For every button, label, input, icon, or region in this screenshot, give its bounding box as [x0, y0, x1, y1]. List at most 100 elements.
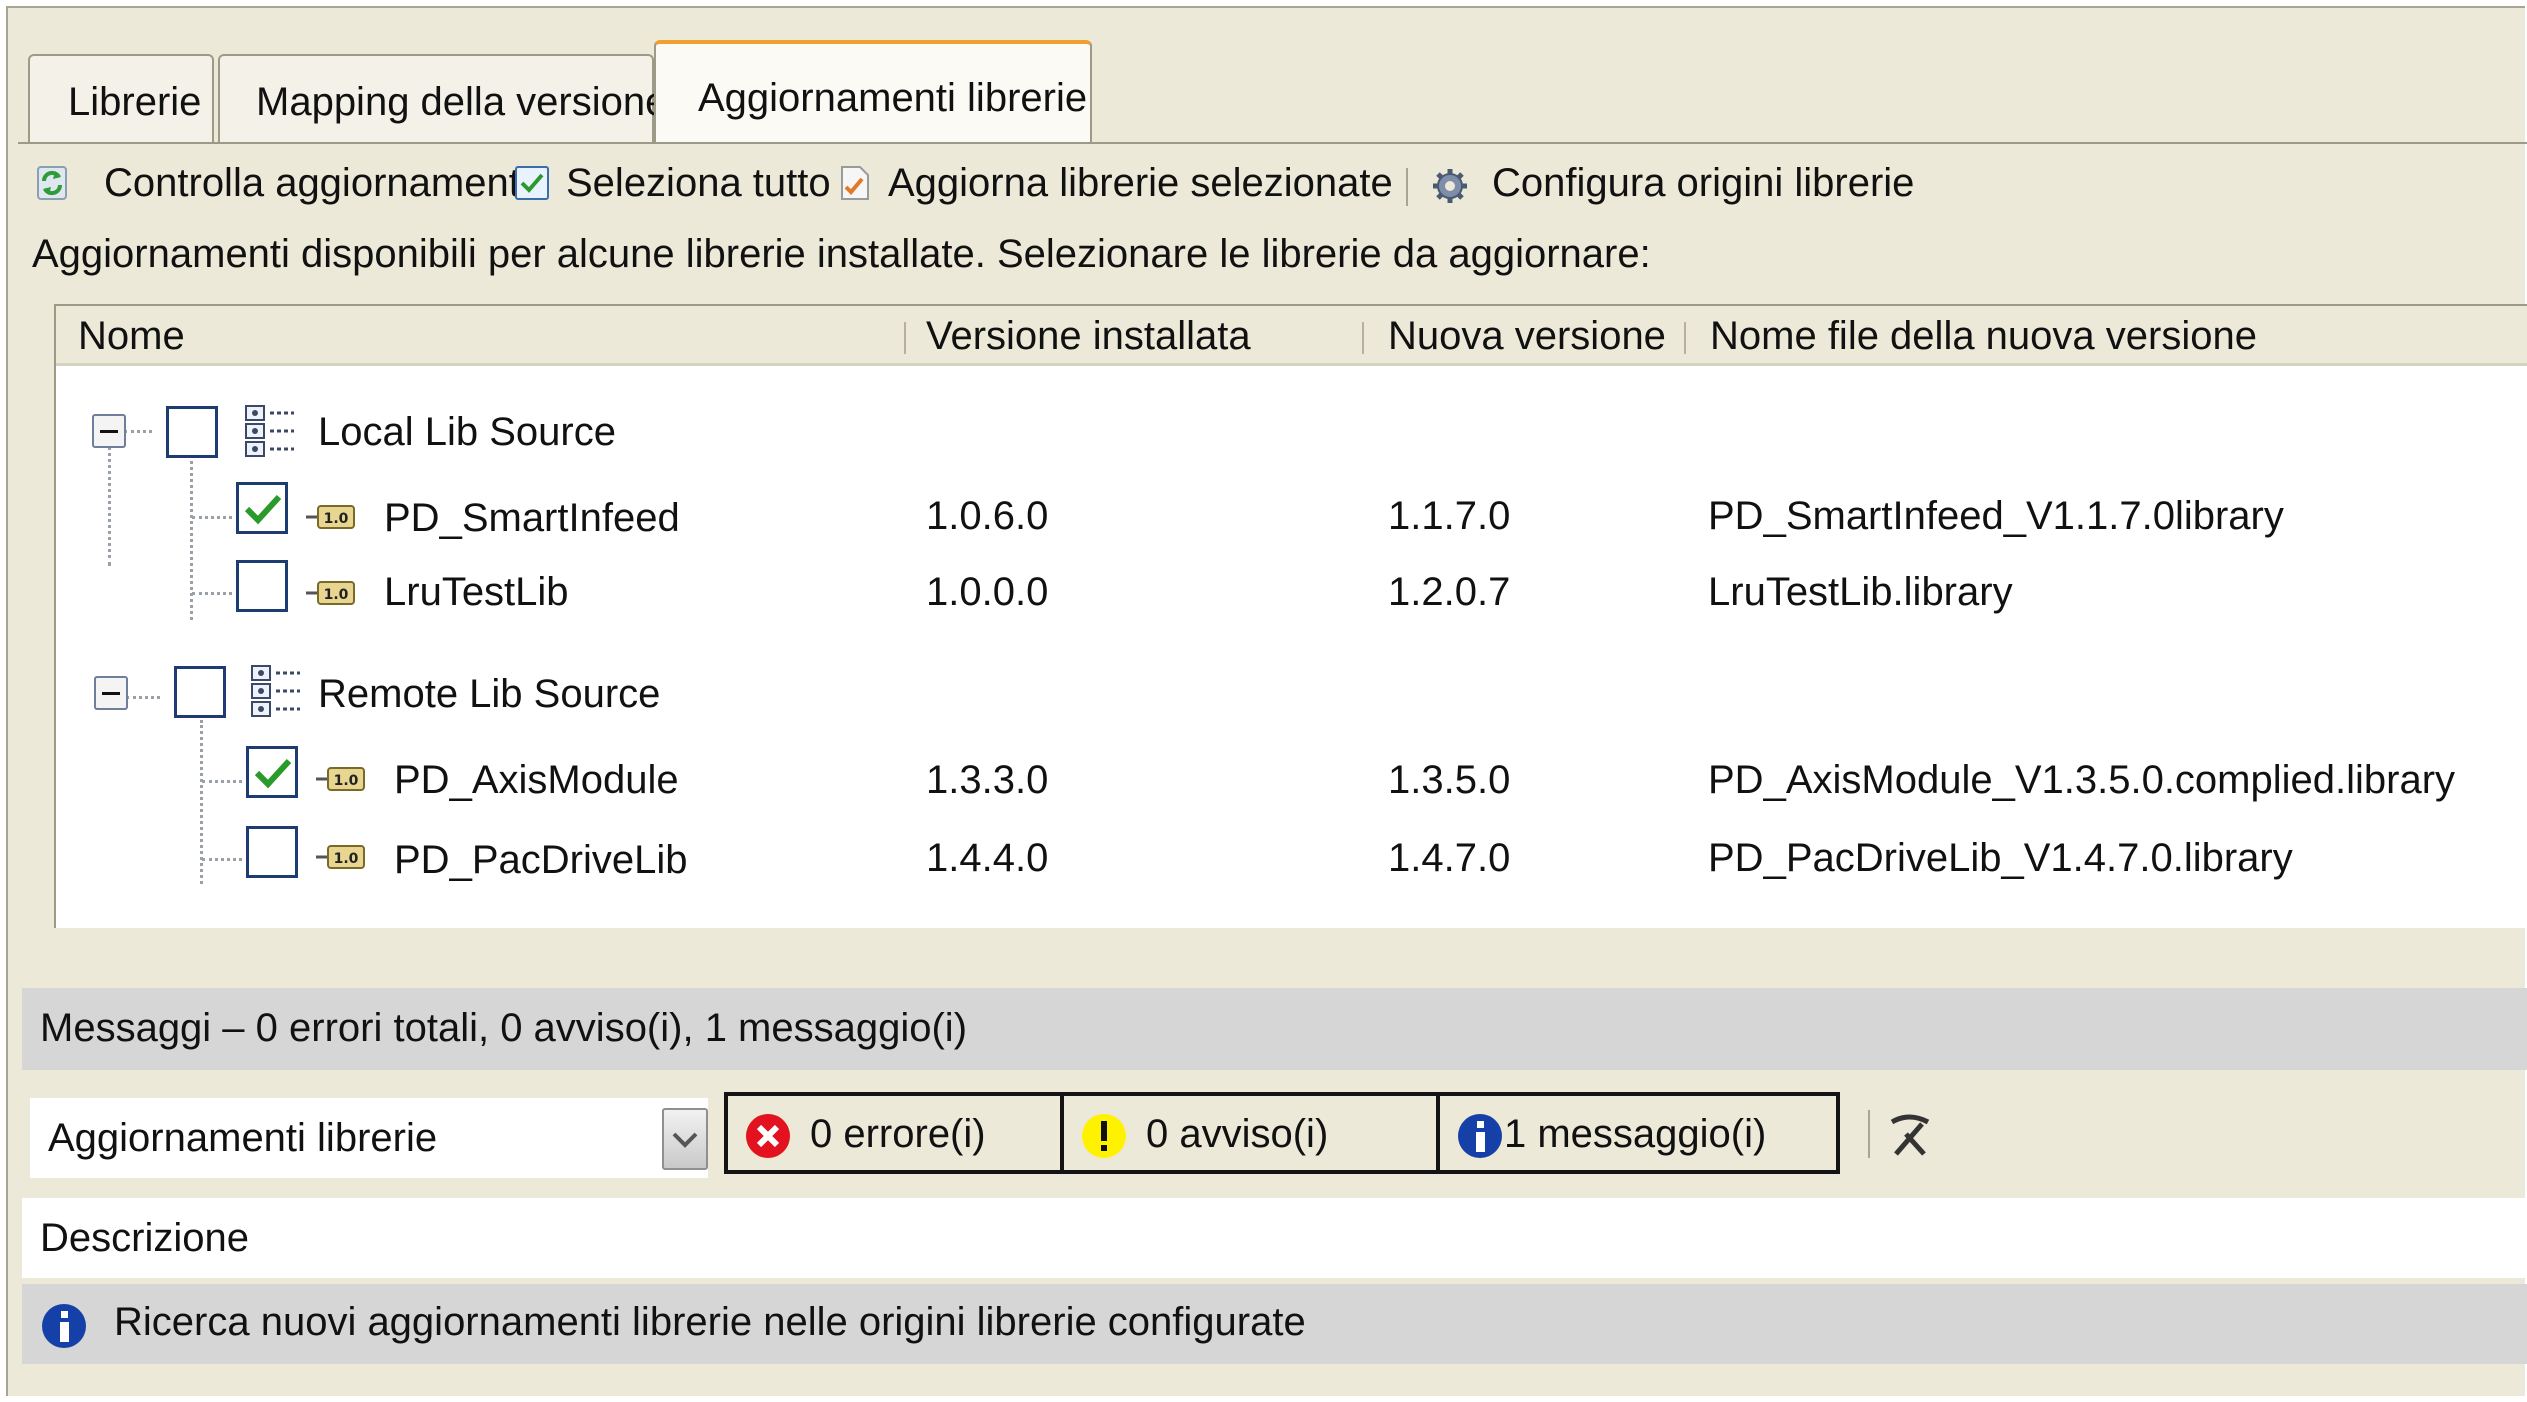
- installed-version: 1.0.0.0: [926, 570, 1049, 614]
- tab-label: Librerie: [68, 80, 202, 124]
- check-mark-icon: [244, 494, 282, 525]
- library-source-icon: [251, 665, 300, 717]
- checkbox-pd-pacdrivelib[interactable]: [246, 826, 298, 878]
- clear-messages-icon[interactable]: [1884, 1110, 1934, 1160]
- new-version: 1.3.5.0: [1388, 758, 1511, 802]
- new-version-filename: LruTestLib.library: [1708, 570, 2013, 614]
- svg-text:1.0: 1.0: [324, 587, 349, 603]
- dropdown-arrow-button[interactable]: [662, 1108, 708, 1170]
- warning-icon: [1082, 1114, 1126, 1158]
- library-icon: 1.0: [316, 845, 365, 869]
- svg-text:1.0: 1.0: [334, 851, 359, 867]
- checkbox-pd-smartinfeed[interactable]: [236, 482, 288, 534]
- tree-line: [192, 592, 232, 595]
- installed-version: 1.3.3.0: [926, 758, 1049, 802]
- tab-strip-baseline: [18, 142, 2527, 144]
- column-separator[interactable]: [1362, 322, 1364, 354]
- svg-text:1.0: 1.0: [334, 773, 359, 789]
- message-category-dropdown[interactable]: Aggiornamenti librerie: [30, 1098, 708, 1178]
- new-version-filename: PD_SmartInfeed_V1.1.7.0library: [1708, 494, 2284, 538]
- column-separator[interactable]: [904, 322, 906, 354]
- tab-librerie[interactable]: Librerie: [28, 54, 214, 142]
- tree-line: [192, 516, 232, 519]
- checkbox-lrutestlib[interactable]: [236, 560, 288, 612]
- checkbox-remote-lib-source[interactable]: [174, 666, 226, 718]
- column-header-nome[interactable]: Nome: [78, 316, 185, 356]
- collapse-toggle-local-lib-source[interactable]: [92, 414, 126, 448]
- column-header-versione-installata[interactable]: Versione installata: [926, 316, 1251, 356]
- messages-summary: Messaggi – 0 errori totali, 0 avviso(i),…: [40, 1006, 968, 1050]
- info-icon: [1458, 1114, 1502, 1158]
- grid-header: Nome Versione installata Nuova versione …: [56, 306, 2527, 366]
- check-updates-label: Controlla aggiornamenti: [104, 161, 529, 205]
- library-source-icon: [245, 405, 294, 457]
- library-icon: 1.0: [306, 581, 355, 605]
- tree-line: [124, 430, 152, 433]
- tree-line: [202, 858, 242, 861]
- column-header-nuova-versione[interactable]: Nuova versione: [1388, 316, 1666, 356]
- tab-mapping-versione[interactable]: Mapping della versione: [218, 54, 667, 142]
- library-icon: 1.0: [316, 767, 365, 791]
- configure-sources-label: Configura origini librerie: [1492, 161, 1915, 205]
- tree-line: [126, 696, 160, 699]
- tree-line: [190, 454, 193, 620]
- info-filter-button[interactable]: 1 messaggio(i): [1436, 1092, 1840, 1174]
- collapse-toggle-remote-lib-source[interactable]: [94, 676, 128, 710]
- messages-filter-row: Aggiornamenti librerie 0 errore(i) 0 avv…: [22, 1092, 2527, 1192]
- library-name: LruTestLib: [384, 570, 569, 614]
- chevron-down-icon: [672, 1132, 698, 1148]
- refresh-icon: [37, 166, 67, 200]
- document-update-icon: [841, 166, 869, 200]
- tab-label: Mapping della versione: [256, 80, 668, 124]
- dropdown-value: Aggiornamenti librerie: [48, 1116, 438, 1160]
- warnings-filter-button[interactable]: 0 avviso(i): [1060, 1092, 1440, 1174]
- update-selected-button[interactable]: Aggiorna librerie selezionate: [830, 158, 1393, 208]
- checkbox-checked-icon: [515, 166, 549, 200]
- column-separator[interactable]: [1684, 322, 1686, 354]
- svg-text:1.0: 1.0: [324, 511, 349, 527]
- checkbox-pd-axismodule[interactable]: [246, 746, 298, 798]
- error-icon: [746, 1114, 790, 1158]
- filter-separator: [1868, 1110, 1870, 1158]
- checkbox-local-lib-source[interactable]: [166, 406, 218, 458]
- new-version-filename: PD_PacDriveLib_V1.4.7.0.library: [1708, 836, 2293, 880]
- new-version-filename: PD_AxisModule_V1.3.5.0.complied.library: [1708, 758, 2456, 802]
- message-row[interactable]: Ricerca nuovi aggiornamenti librerie nel…: [22, 1284, 2527, 1364]
- library-name: PD_PacDriveLib: [394, 838, 688, 882]
- new-version: 1.4.7.0: [1388, 836, 1511, 880]
- errors-count: 0 errore(i): [810, 1112, 986, 1156]
- check-mark-icon: [254, 758, 292, 789]
- library-updates-grid: Nome Versione installata Nuova versione …: [54, 304, 2527, 928]
- tab-label: Aggiornamenti librerie: [698, 76, 1088, 120]
- toolbar-separator: [1406, 168, 1408, 206]
- configure-sources-button[interactable]: Configura origini librerie: [1426, 158, 1914, 208]
- info-icon: [42, 1304, 86, 1348]
- tab-aggiornamenti-librerie[interactable]: Aggiornamenti librerie: [654, 40, 1092, 144]
- library-name: PD_AxisModule: [394, 758, 679, 802]
- new-version: 1.2.0.7: [1388, 570, 1511, 614]
- library-manager-window: Librerie Mapping della versione Aggiorna…: [6, 6, 2527, 1396]
- check-updates-button[interactable]: Controlla aggiornamenti: [28, 158, 529, 208]
- update-selected-label: Aggiorna librerie selezionate: [888, 161, 1393, 205]
- column-header-descrizione[interactable]: Descrizione: [40, 1218, 249, 1258]
- warnings-count: 0 avviso(i): [1146, 1112, 1329, 1156]
- installed-version: 1.4.4.0: [926, 836, 1049, 880]
- info-text: Aggiornamenti disponibili per alcune lib…: [32, 232, 1651, 276]
- message-text: Ricerca nuovi aggiornamenti librerie nel…: [114, 1300, 1306, 1344]
- library-name: PD_SmartInfeed: [384, 496, 680, 540]
- tree-line: [108, 446, 111, 566]
- library-icon: 1.0: [306, 505, 355, 529]
- select-all-button[interactable]: Seleziona tutto: [510, 158, 831, 208]
- column-header-nome-file[interactable]: Nome file della nuova versione: [1710, 316, 2257, 356]
- group-name: Remote Lib Source: [318, 672, 661, 716]
- gear-icon: [1433, 169, 1467, 203]
- installed-version: 1.0.6.0: [926, 494, 1049, 538]
- group-name: Local Lib Source: [318, 410, 616, 454]
- new-version: 1.1.7.0: [1388, 494, 1511, 538]
- messages-summary-bar: Messaggi – 0 errori totali, 0 avviso(i),…: [22, 988, 2527, 1070]
- select-all-label: Seleziona tutto: [566, 161, 831, 205]
- tree-line: [202, 780, 242, 783]
- errors-filter-button[interactable]: 0 errore(i): [724, 1092, 1064, 1174]
- messages-list-header: Descrizione: [22, 1198, 2527, 1278]
- info-count: 1 messaggio(i): [1504, 1112, 1767, 1156]
